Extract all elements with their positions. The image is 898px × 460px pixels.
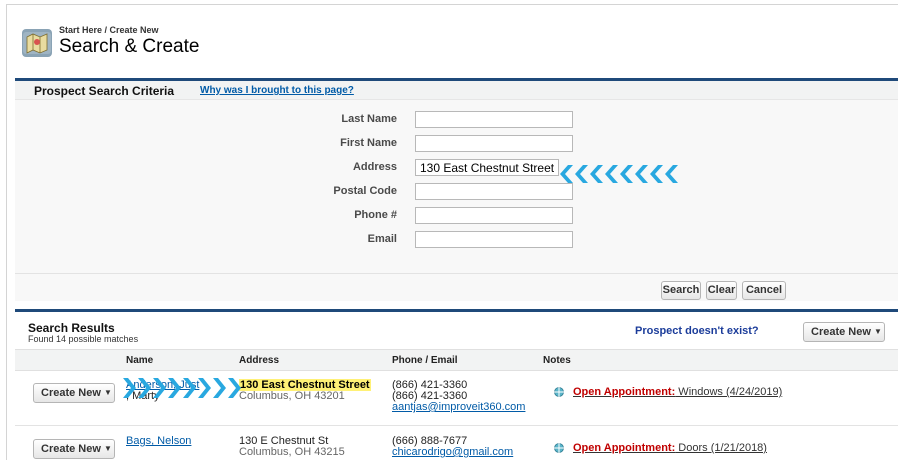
appointment-text: Windows (4/24/2019) <box>675 386 783 398</box>
results-count: Found 14 possible matches <box>28 334 139 344</box>
last-name-label: Last Name <box>341 113 397 125</box>
first-name-label: First Name <box>340 137 397 149</box>
column-header-notes: Notes <box>543 355 571 366</box>
clear-button[interactable]: Clear <box>706 281 737 300</box>
column-header-name: Name <box>126 355 154 366</box>
appointment-label: Open Appointment: <box>573 386 676 398</box>
search-criteria-panel: Prospect Search Criteria Why was I broug… <box>15 78 898 301</box>
arrow-pointer-icon <box>123 378 243 401</box>
column-header-phone-email: Phone / Email <box>392 355 458 366</box>
email-link[interactable]: aantjas@improveit360.com <box>392 401 525 413</box>
criteria-divider <box>15 273 898 274</box>
results-title: Search Results <box>28 321 115 335</box>
appointment-label: Open Appointment: <box>573 442 676 454</box>
email-input[interactable] <box>415 231 573 248</box>
appointment-link[interactable]: Open Appointment: Doors (1/21/2018) <box>573 442 767 454</box>
email-label: Email <box>367 233 397 245</box>
row-create-new-dropdown[interactable]: Create New ▼ <box>33 383 115 403</box>
address-city: Columbus, OH 43201 <box>239 390 345 402</box>
prospect-name-link[interactable]: Bags, Nelson <box>126 435 191 447</box>
caret-down-icon: ▼ <box>104 444 112 453</box>
postal-code-input[interactable] <box>415 183 573 200</box>
breadcrumb: Start Here / Create New <box>59 25 159 35</box>
first-name-input[interactable] <box>415 135 573 152</box>
appointment-icon <box>553 442 565 454</box>
criteria-title: Prospect Search Criteria <box>34 84 175 98</box>
create-new-label: Create New <box>811 326 871 338</box>
row-create-new-dropdown[interactable]: Create New ▼ <box>33 439 115 459</box>
page-frame: Start Here / Create New Search & Create … <box>6 4 898 460</box>
prospect-not-exist-label: Prospect doesn't exist? <box>635 325 759 337</box>
page-title: Search & Create <box>59 36 200 57</box>
column-header-address: Address <box>239 355 280 366</box>
create-new-dropdown[interactable]: Create New ▼ <box>803 322 885 342</box>
appointment-text: Doors (1/21/2018) <box>675 442 767 454</box>
row-create-new-label: Create New <box>41 443 101 455</box>
criteria-header: Prospect Search Criteria Why was I broug… <box>15 81 898 100</box>
cancel-button[interactable]: Cancel <box>742 281 786 300</box>
phone-label: Phone # <box>354 209 397 221</box>
results-header-row: Name Address Phone / Email Notes <box>15 349 898 371</box>
phone-input[interactable] <box>415 207 573 224</box>
appointment-link[interactable]: Open Appointment: Windows (4/24/2019) <box>573 386 782 398</box>
prospect-address: 130 East Chestnut Street Columbus, OH 43… <box>239 379 371 402</box>
table-row: Create New ▼ Bags, Nelson 130 E Chestnut… <box>15 426 898 460</box>
prospect-contact: (666) 888-7677 chicarodrigo@gmail.com <box>392 436 513 458</box>
arrow-indicator-icon <box>560 165 678 186</box>
address-input[interactable] <box>415 159 559 176</box>
search-button[interactable]: Search <box>661 281 701 300</box>
why-link[interactable]: Why was I brought to this page? <box>200 85 354 96</box>
prospect-name[interactable]: Bags, Nelson <box>126 436 191 447</box>
caret-down-icon: ▼ <box>874 327 882 336</box>
email-link[interactable]: chicarodrigo@gmail.com <box>392 446 513 458</box>
address-label: Address <box>352 161 397 173</box>
appointment-icon <box>553 386 565 398</box>
postal-code-label: Postal Code <box>333 185 397 197</box>
map-icon <box>22 29 52 57</box>
last-name-input[interactable] <box>415 111 573 128</box>
address-city: Columbus, OH 43215 <box>239 446 345 458</box>
prospect-contact: (866) 421-3360 (866) 421-3360 aantjas@im… <box>392 380 525 413</box>
row-create-new-label: Create New <box>41 387 101 399</box>
prospect-address: 130 E Chestnut St Columbus, OH 43215 <box>239 436 345 458</box>
caret-down-icon: ▼ <box>104 388 112 397</box>
